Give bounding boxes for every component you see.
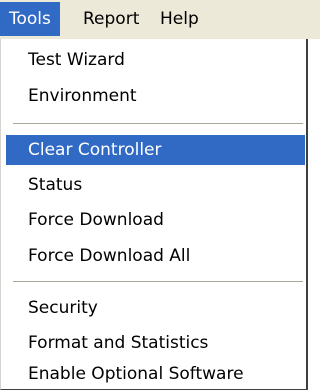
menu-item-environment[interactable]: Environment bbox=[6, 81, 305, 111]
menu-item-format-and-statistics[interactable]: Format and Statistics bbox=[6, 328, 305, 358]
menu-item-test-wizard[interactable]: Test Wizard bbox=[6, 45, 305, 75]
menu-help[interactable]: Help bbox=[151, 2, 208, 36]
menu-item-enable-optional-software[interactable]: Enable Optional Software bbox=[6, 359, 305, 389]
menu-item-status[interactable]: Status bbox=[6, 170, 305, 200]
menu-report[interactable]: Report bbox=[74, 2, 148, 36]
menu-item-security[interactable]: Security bbox=[6, 293, 305, 323]
menu-item-force-download[interactable]: Force Download bbox=[6, 205, 305, 235]
menu-item-force-download-all[interactable]: Force Download All bbox=[6, 241, 305, 271]
tools-dropdown-menu: Test Wizard Environment Clear Controller… bbox=[0, 39, 308, 390]
menu-separator bbox=[13, 123, 303, 125]
menu-separator bbox=[13, 281, 303, 283]
menu-item-clear-controller[interactable]: Clear Controller bbox=[6, 135, 305, 165]
menu-tools[interactable]: Tools bbox=[0, 2, 60, 36]
menu-bar: Tools Report Help bbox=[0, 0, 320, 39]
